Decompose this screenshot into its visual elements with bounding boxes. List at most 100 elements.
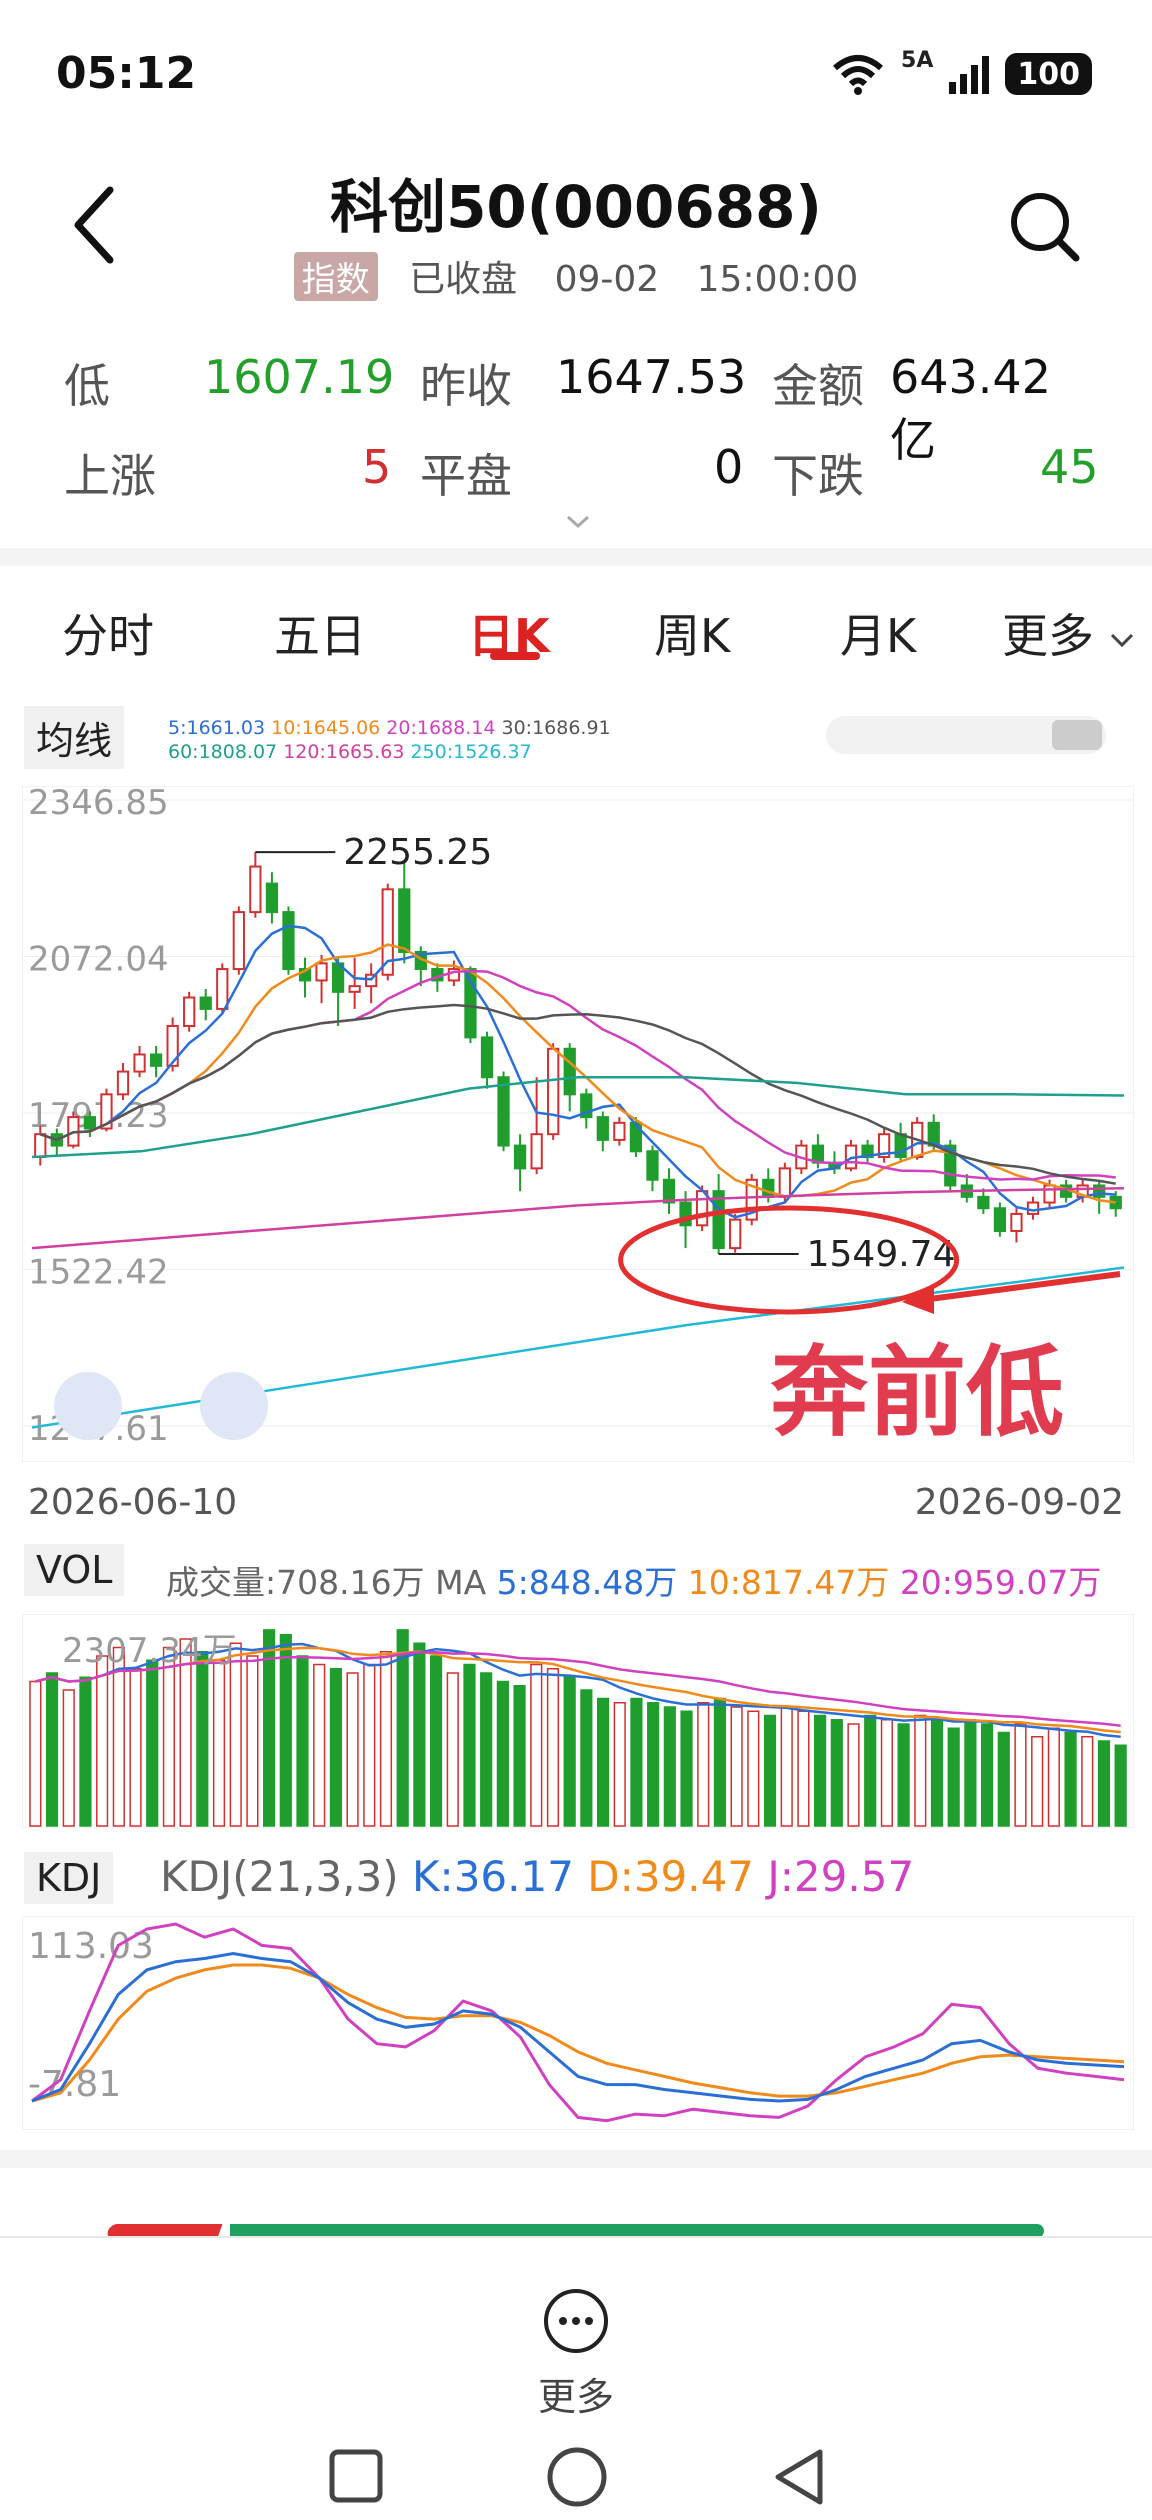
volume-bar xyxy=(647,1702,660,1827)
volume-bar xyxy=(363,1663,376,1827)
kdj-frame xyxy=(22,1916,1134,2130)
volume-bar xyxy=(730,1706,743,1827)
stats-row-1: 低 1607.19 昨收 1647.53 金额 643.42亿 xyxy=(64,350,1094,467)
candle-body xyxy=(563,1047,576,1096)
kline-chart[interactable]: 2346.852072.041797.231522.421247.612255.… xyxy=(22,786,1134,1462)
up-value: 5 xyxy=(362,440,392,494)
vol-panel-label[interactable]: VOL xyxy=(24,1544,125,1596)
candle-body xyxy=(530,1133,543,1170)
ma-panel-label[interactable]: 均线 xyxy=(24,706,125,769)
volume-bar xyxy=(830,1719,843,1827)
candle-body xyxy=(199,996,212,1010)
header-subtitle: 指数 已收盘 09-02 15:00:00 xyxy=(0,250,1152,302)
chart-settings-slider[interactable] xyxy=(826,716,1106,754)
volume-bar xyxy=(680,1710,693,1827)
bottom-divider xyxy=(0,2236,1152,2238)
scroll-left-icon xyxy=(54,1372,122,1440)
volume-bar xyxy=(162,1646,176,1827)
kdj-j: J:29.57 xyxy=(767,1852,915,1901)
tab-five-day[interactable]: 五日 xyxy=(274,600,366,666)
more-button[interactable]: 更多 xyxy=(516,2286,636,2419)
vol-legend: 成交量:708.16万 MA 5:848.48万 10:817.47万 20:9… xyxy=(166,1556,1101,1604)
tab-monthly-k[interactable]: 月K xyxy=(840,600,916,666)
candle-body xyxy=(762,1178,775,1198)
volume-bar xyxy=(129,1668,142,1827)
volume-bar xyxy=(596,1697,610,1827)
volume-chart[interactable]: 2307.34万 xyxy=(22,1614,1134,1828)
status-time: 05:12 xyxy=(56,48,197,99)
more-dots-icon xyxy=(544,2289,608,2353)
home-icon[interactable] xyxy=(546,2446,608,2508)
ma-legend-item: 5:1661.03 xyxy=(168,717,272,739)
ma-legend-item: 60:1808.07 xyxy=(168,741,284,763)
annotation-low-label: 1549.74 xyxy=(807,1234,956,1275)
chevron-down-icon xyxy=(1110,633,1133,647)
recent-apps-icon[interactable] xyxy=(328,2448,384,2504)
ma-legend-item: 10:1645.06 xyxy=(271,717,387,739)
volume-bar xyxy=(964,1719,977,1827)
candle-body xyxy=(348,985,361,993)
vol-current: 成交量:708.16万 xyxy=(166,1563,425,1602)
kdj-legend: KDJ(21,3,3) K:36.17 D:39.47 J:29.57 xyxy=(160,1852,914,1901)
volume-bar xyxy=(546,1668,560,1827)
volume-bar xyxy=(313,1663,326,1827)
stats-row-2: 上涨 5 平盘 0 下跌 45 xyxy=(64,440,1099,520)
y-tick-label: 1522.42 xyxy=(28,1253,169,1293)
candle-body xyxy=(513,1144,527,1170)
candle-body xyxy=(249,865,262,914)
volume-bar xyxy=(663,1706,676,1827)
candle-body xyxy=(232,911,245,971)
volume-bar xyxy=(513,1685,526,1827)
candle-body xyxy=(133,1053,146,1073)
tab-more-label: 更多 xyxy=(1002,609,1094,663)
volume-bar xyxy=(96,1655,109,1827)
candle-body xyxy=(315,962,328,982)
volume-bar xyxy=(864,1714,877,1827)
volume-bar xyxy=(429,1655,443,1827)
prev-close-label: 昨收 xyxy=(420,359,512,413)
candle-body xyxy=(398,888,411,953)
tab-weekly-k[interactable]: 周K xyxy=(654,600,730,666)
status-bar: 05:12 5A 100 xyxy=(0,0,1152,150)
candle-body xyxy=(34,1133,47,1158)
volume-bar xyxy=(246,1655,259,1827)
volume-bar xyxy=(697,1702,710,1827)
candle-body xyxy=(646,1150,659,1181)
back-nav-icon[interactable] xyxy=(770,2446,828,2508)
tab-intraday[interactable]: 分时 xyxy=(62,600,154,666)
candle-body xyxy=(183,996,196,1027)
down-value: 45 xyxy=(1040,440,1099,494)
candle-body xyxy=(116,1070,130,1096)
volume-bar xyxy=(613,1702,626,1827)
volume-bar xyxy=(747,1710,760,1827)
volume-bar xyxy=(146,1659,159,1827)
search-icon[interactable] xyxy=(1004,186,1084,266)
expand-chevron-icon[interactable] xyxy=(566,515,590,529)
status-icons: 5A 100 xyxy=(829,48,1092,96)
prev-close-value: 1647.53 xyxy=(556,350,747,404)
ma-legend-item: 30:1686.91 xyxy=(501,717,611,739)
ma-legend-item: 250:1526.37 xyxy=(410,741,532,763)
kdj-panel-label[interactable]: KDJ xyxy=(24,1852,114,1904)
vol-ma-prefix: MA xyxy=(435,1563,487,1602)
volume-bar xyxy=(62,1689,75,1827)
candle-body xyxy=(1026,1201,1040,1215)
kdj-chart[interactable]: 113.03-7.81 xyxy=(22,1916,1134,2130)
ma-legend-item: 20:1688.14 xyxy=(386,717,502,739)
active-tab-indicator xyxy=(490,652,540,660)
candle-body xyxy=(778,1167,791,1198)
candle-body xyxy=(497,1076,510,1147)
fullscreen-icon xyxy=(200,1372,268,1440)
ma-legend-row: 60:1808.07 120:1665.63 250:1526.37 xyxy=(168,740,688,764)
volume-bar xyxy=(580,1689,593,1827)
candle-body xyxy=(547,1047,560,1136)
overlay-annotation-text: 奔前低 xyxy=(770,1336,1064,1450)
flat-value: 0 xyxy=(714,440,744,494)
tab-more[interactable]: 更多 xyxy=(1002,600,1135,666)
candle-body xyxy=(596,1116,609,1141)
ma-legend-row: 5:1661.03 10:1645.06 20:1688.14 30:1686.… xyxy=(168,716,688,740)
candle-body xyxy=(1043,1184,1056,1204)
annotation-high-label: 2255.25 xyxy=(343,832,492,873)
date-start-label: 2026-06-10 xyxy=(28,1482,238,1523)
battery-icon: 100 xyxy=(1005,53,1092,95)
